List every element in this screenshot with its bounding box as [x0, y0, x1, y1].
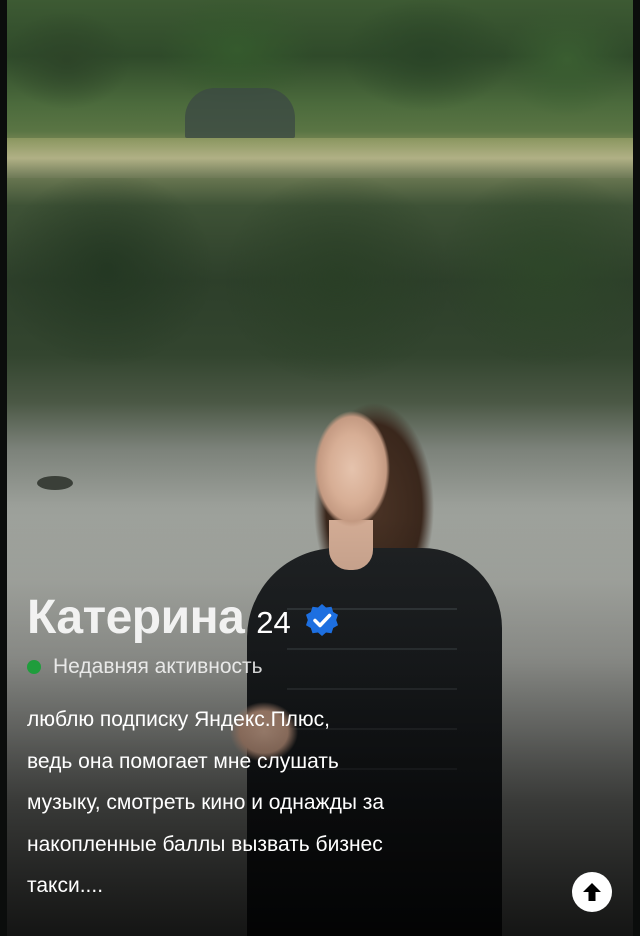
photo-shore	[7, 138, 633, 178]
arrow-up-icon	[583, 883, 601, 901]
photo-person-face	[313, 410, 391, 528]
bio-line: накопленные баллы вызвать бизнес	[27, 832, 383, 856]
bio-line: музыку, смотреть кино и однажды за	[27, 791, 385, 814]
bio-line: такси....	[27, 874, 104, 897]
activity-status: Недавняя активность	[27, 655, 547, 679]
profile-info: Катерина 24 Недавняя активность люблю по…	[27, 590, 547, 907]
photo-duck	[37, 476, 73, 490]
photo-trees	[7, 0, 633, 150]
name-row: Катерина 24	[27, 590, 547, 645]
activity-text: Недавняя активность	[53, 655, 263, 678]
bio-line: ведь она помогает мне слушать	[27, 749, 339, 773]
online-dot-icon	[27, 660, 41, 674]
photo-gazebo	[185, 88, 295, 138]
profile-name: Катерина	[27, 591, 245, 644]
verified-badge-icon	[303, 602, 341, 640]
expand-profile-button[interactable]	[572, 872, 612, 912]
bio-line: люблю подписку Яндекс.Плюс,	[27, 708, 331, 731]
profile-age: 24	[256, 605, 291, 640]
profile-bio: люблю подписку Яндекс.Плюс, ведь она пом…	[27, 699, 507, 907]
